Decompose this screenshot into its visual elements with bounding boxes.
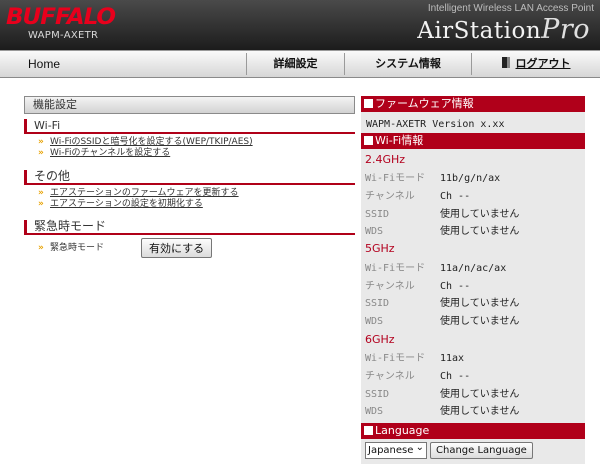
band-label: 2.4GHz [365, 153, 406, 166]
model-name: WAPM-AXETR [28, 30, 99, 41]
channel-row: チャンネル Ch -- [365, 191, 471, 202]
factory-reset-link[interactable]: エアステーションの設定を初期化する [38, 199, 203, 209]
wifi-info-heading: Wi-Fi情報 [361, 133, 585, 149]
channel-row: チャンネル Ch -- [365, 281, 471, 292]
nav-home[interactable]: Home [28, 51, 60, 77]
ssid-row: SSID 使用していません [365, 298, 520, 309]
main-nav: Home 詳細設定 システム情報 ログアウト [0, 50, 600, 78]
wifi-section: Wi-Fi » Wi-FiのSSIDと暗号化を設定する(WEP/TKIP/AES… [24, 118, 355, 158]
list-item: » エアステーションのファームウェアを更新する [24, 188, 355, 198]
wds-row: WDS 使用していません [365, 406, 520, 417]
double-arrow-icon: » [38, 243, 44, 253]
info-panel: ファームウェア情報 WAPM-AXETR Version x.xx Wi-Fi情… [361, 96, 585, 464]
nav-logout[interactable]: ログアウト [472, 51, 600, 77]
double-arrow-icon: » [38, 137, 44, 147]
other-section-heading: その他 [24, 169, 355, 185]
band-label: 6GHz [365, 333, 395, 346]
ssid-row: SSID 使用していません [365, 209, 520, 220]
change-language-button[interactable]: Change Language [430, 442, 533, 459]
ssid-row: SSID 使用していません [365, 389, 520, 400]
enable-emergency-button[interactable]: 有効にする [141, 238, 213, 258]
double-arrow-icon: » [38, 199, 44, 209]
app-header: BUFFALO WAPM-AXETR Intelligent Wireless … [0, 0, 600, 50]
emergency-mode-label: 緊急時モード [50, 243, 105, 253]
wifi-ssid-link[interactable]: Wi-FiのSSIDと暗号化を設定する(WEP/TKIP/AES) [38, 137, 253, 147]
nav-system-info[interactable]: システム情報 [345, 51, 471, 77]
language-row: JapaneseChange Language [365, 440, 533, 459]
firmware-version: WAPM-AXETR Version x.xx [366, 119, 505, 130]
firmware-info-heading: ファームウェア情報 [361, 96, 585, 112]
double-arrow-icon: » [38, 188, 44, 198]
product-tagline: Intelligent Wireless LAN Access Point [427, 3, 594, 14]
wds-row: WDS 使用していません [365, 226, 520, 237]
double-arrow-icon: » [38, 148, 44, 158]
wifi-mode-row: Wi-Fiモード 11b/g/n/ax [365, 173, 501, 184]
brand-pro: Pro [541, 14, 590, 45]
channel-row: チャンネル Ch -- [365, 371, 471, 382]
wifi-section-heading: Wi-Fi [24, 118, 355, 134]
wifi-mode-row: Wi-Fiモード 11a/n/ac/ax [365, 263, 507, 274]
list-item: » Wi-Fiのチャンネルを設定する [24, 148, 355, 158]
nav-detail-settings[interactable]: 詳細設定 [247, 51, 344, 77]
emergency-row: » 緊急時モード 有効にする [24, 237, 355, 259]
brand-main: AirStation [417, 18, 542, 44]
buffalo-logo: BUFFALO [6, 5, 116, 30]
other-section: その他 » エアステーションのファームウェアを更新する » エアステーションの設… [24, 169, 355, 209]
list-item: » Wi-FiのSSIDと暗号化を設定する(WEP/TKIP/AES) [24, 137, 355, 147]
wifi-channel-link[interactable]: Wi-Fiのチャンネルを設定する [38, 148, 170, 158]
airstation-pro-logo: AirStationPro [417, 14, 590, 45]
language-heading: Language [361, 423, 585, 439]
list-item: » エアステーションの設定を初期化する [24, 199, 355, 209]
function-settings-title: 機能設定 [24, 96, 355, 114]
door-icon [501, 57, 510, 68]
wifi-mode-row: Wi-Fiモード 11ax [365, 353, 465, 364]
emergency-section-heading: 緊急時モード [24, 219, 355, 235]
logout-label: ログアウト [515, 57, 571, 70]
language-select[interactable]: Japanese [365, 440, 427, 459]
band-label: 5GHz [365, 242, 395, 255]
wds-row: WDS 使用していません [365, 316, 520, 327]
emergency-section: 緊急時モード » 緊急時モード 有効にする [24, 219, 355, 259]
firmware-update-link[interactable]: エアステーションのファームウェアを更新する [38, 188, 239, 198]
